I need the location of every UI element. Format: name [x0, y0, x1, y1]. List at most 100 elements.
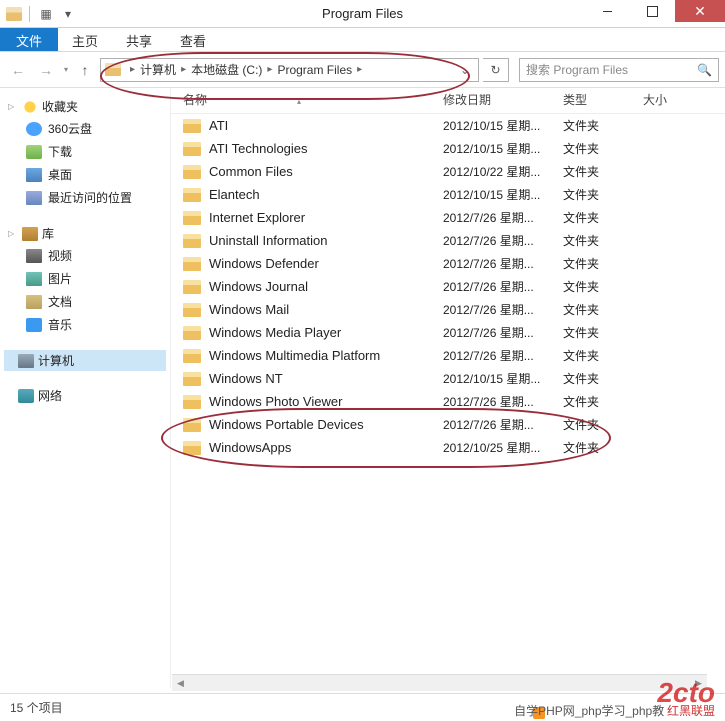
folder-icon: [183, 234, 201, 248]
file-list: ATI 2012/10/15 星期... 文件夹 ATI Technologie…: [171, 114, 725, 459]
sidebar-item[interactable]: 文档: [4, 290, 166, 313]
ribbon-tab-share[interactable]: 共享: [112, 28, 166, 51]
file-type: 文件夹: [563, 439, 643, 456]
file-date: 2012/10/25 星期...: [443, 439, 563, 456]
file-row[interactable]: Internet Explorer 2012/7/26 星期... 文件夹: [171, 206, 725, 229]
qat-newfolder-icon[interactable]: ▾: [59, 5, 77, 23]
sidebar-computer[interactable]: 计算机: [4, 350, 166, 371]
file-row[interactable]: Common Files 2012/10/22 星期... 文件夹: [171, 160, 725, 183]
folder-icon: [183, 142, 201, 156]
back-button[interactable]: ←: [6, 58, 30, 82]
search-input[interactable]: 搜索 Program Files 🔍: [519, 58, 719, 82]
breadcrumb-item[interactable]: 本地磁盘 (C:): [189, 61, 264, 78]
ribbon: 文件 主页 共享 查看: [0, 28, 725, 52]
up-button[interactable]: ↑: [74, 59, 96, 81]
cloud-icon: [26, 122, 42, 136]
column-date[interactable]: 修改日期: [443, 91, 563, 108]
breadcrumb-sep[interactable]: ▸: [354, 64, 365, 75]
music-icon: [26, 318, 42, 332]
file-date: 2012/7/26 星期...: [443, 347, 563, 364]
file-row[interactable]: Windows Portable Devices 2012/7/26 星期...…: [171, 413, 725, 436]
history-dropdown[interactable]: ▾: [62, 65, 70, 74]
file-row[interactable]: Elantech 2012/10/15 星期... 文件夹: [171, 183, 725, 206]
search-icon: 🔍: [697, 63, 712, 77]
breadcrumb-sep[interactable]: ▸: [264, 64, 275, 75]
file-row[interactable]: ATI 2012/10/15 星期... 文件夹: [171, 114, 725, 137]
download-icon: [26, 145, 42, 159]
file-name: Windows Mail: [209, 302, 443, 317]
file-type: 文件夹: [563, 370, 643, 387]
sidebar-item[interactable]: 下载: [4, 140, 166, 163]
sidebar-item[interactable]: 图片: [4, 267, 166, 290]
breadcrumb-sep[interactable]: ▸: [178, 64, 189, 75]
folder-icon: [183, 326, 201, 340]
sidebar-item[interactable]: 最近访问的位置: [4, 186, 166, 209]
file-name: Internet Explorer: [209, 210, 443, 225]
file-row[interactable]: Windows Defender 2012/7/26 星期... 文件夹: [171, 252, 725, 275]
file-name: Common Files: [209, 164, 443, 179]
scroll-left-icon[interactable]: ◀: [172, 675, 189, 691]
file-date: 2012/7/26 星期...: [443, 209, 563, 226]
file-row[interactable]: Uninstall Information 2012/7/26 星期... 文件…: [171, 229, 725, 252]
desktop-icon: [26, 168, 42, 182]
file-type: 文件夹: [563, 117, 643, 134]
sidebar-item[interactable]: 桌面: [4, 163, 166, 186]
file-row[interactable]: Windows Multimedia Platform 2012/7/26 星期…: [171, 344, 725, 367]
column-name[interactable]: 名称▴: [183, 91, 443, 108]
sidebar-item[interactable]: 360云盘: [4, 117, 166, 140]
file-row[interactable]: Windows Media Player 2012/7/26 星期... 文件夹: [171, 321, 725, 344]
file-name: Windows Multimedia Platform: [209, 348, 443, 363]
computer-icon: [18, 354, 34, 368]
folder-icon: [183, 188, 201, 202]
breadcrumb-item[interactable]: Program Files: [275, 63, 354, 77]
file-date: 2012/7/26 星期...: [443, 324, 563, 341]
file-name: Windows Journal: [209, 279, 443, 294]
breadcrumb-item[interactable]: 计算机: [138, 61, 178, 78]
file-type: 文件夹: [563, 163, 643, 180]
folder-icon: [183, 211, 201, 225]
sidebar-item[interactable]: 视频: [4, 244, 166, 267]
sidebar-item[interactable]: 音乐: [4, 313, 166, 336]
column-size[interactable]: 大小: [643, 91, 693, 108]
file-row[interactable]: Windows Mail 2012/7/26 星期... 文件夹: [171, 298, 725, 321]
folder-icon: [183, 441, 201, 455]
sidebar-network[interactable]: 网络: [4, 385, 166, 406]
file-type: 文件夹: [563, 232, 643, 249]
file-date: 2012/7/26 星期...: [443, 301, 563, 318]
file-date: 2012/7/26 星期...: [443, 232, 563, 249]
address-dropdown[interactable]: ⌄: [456, 63, 474, 77]
ribbon-tab-view[interactable]: 查看: [166, 28, 220, 51]
file-date: 2012/10/15 星期...: [443, 140, 563, 157]
minimize-button[interactable]: [585, 0, 630, 22]
address-bar[interactable]: ▸ 计算机 ▸ 本地磁盘 (C:) ▸ Program Files ▸ ⌄: [100, 58, 479, 82]
file-date: 2012/10/22 星期...: [443, 163, 563, 180]
file-row[interactable]: Windows NT 2012/10/15 星期... 文件夹: [171, 367, 725, 390]
sidebar-favorites[interactable]: ▷收藏夹: [4, 96, 166, 117]
file-row[interactable]: WindowsApps 2012/10/25 星期... 文件夹: [171, 436, 725, 459]
breadcrumb-sep[interactable]: ▸: [127, 64, 138, 75]
file-type: 文件夹: [563, 301, 643, 318]
qat-properties-icon[interactable]: ▦: [37, 5, 55, 23]
close-button[interactable]: [675, 0, 725, 22]
horizontal-scrollbar[interactable]: ◀ ▶: [172, 674, 707, 691]
sidebar-libraries[interactable]: ▷库: [4, 223, 166, 244]
forward-button[interactable]: →: [34, 58, 58, 82]
document-icon: [26, 295, 42, 309]
refresh-button[interactable]: ↻: [483, 58, 509, 82]
file-row[interactable]: Windows Journal 2012/7/26 星期... 文件夹: [171, 275, 725, 298]
folder-icon: [183, 418, 201, 432]
file-name: Elantech: [209, 187, 443, 202]
maximize-button[interactable]: [630, 0, 675, 22]
file-type: 文件夹: [563, 278, 643, 295]
file-row[interactable]: Windows Photo Viewer 2012/7/26 星期... 文件夹: [171, 390, 725, 413]
file-date: 2012/7/26 星期...: [443, 393, 563, 410]
file-type: 文件夹: [563, 324, 643, 341]
network-icon: [18, 389, 34, 403]
picture-icon: [26, 272, 42, 286]
file-row[interactable]: ATI Technologies 2012/10/15 星期... 文件夹: [171, 137, 725, 160]
ribbon-file-tab[interactable]: 文件: [0, 28, 58, 51]
ribbon-tab-home[interactable]: 主页: [58, 28, 112, 51]
folder-icon: [183, 372, 201, 386]
file-date: 2012/10/15 星期...: [443, 117, 563, 134]
column-type[interactable]: 类型: [563, 91, 643, 108]
